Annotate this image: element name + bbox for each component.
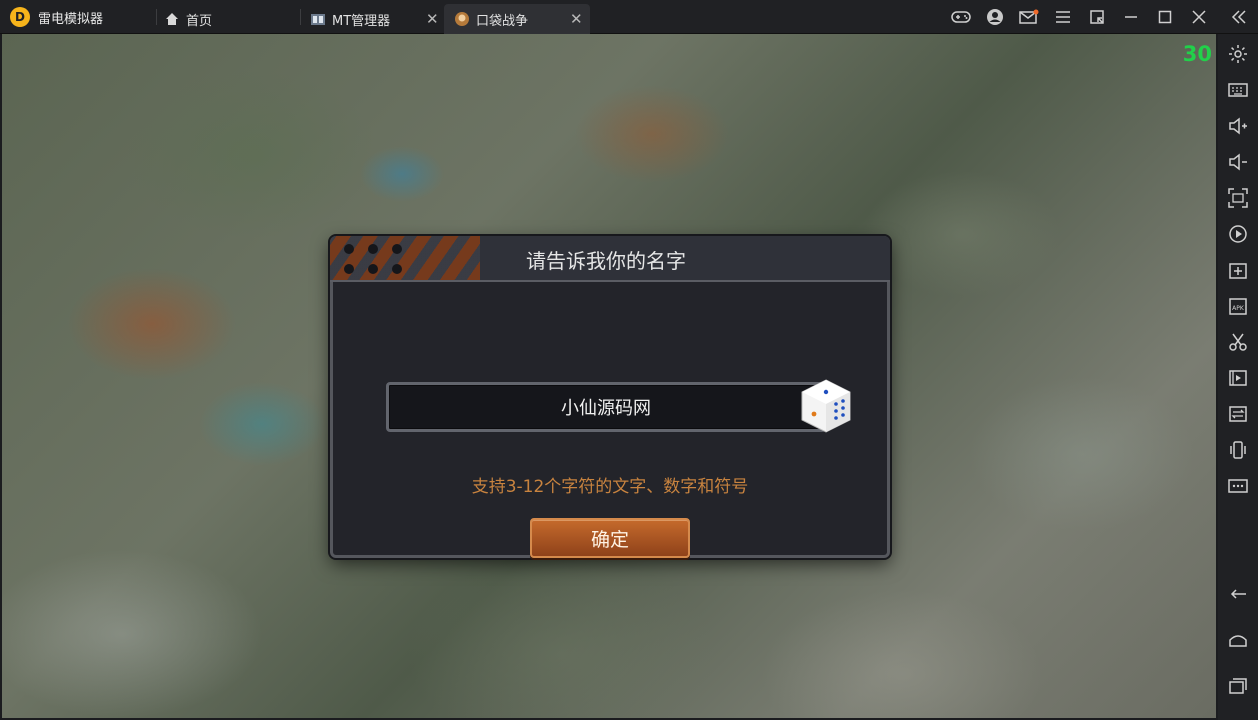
fullscreen-icon[interactable] — [1218, 180, 1258, 216]
mt-app-icon — [310, 11, 326, 27]
close-tab-icon[interactable]: ✕ — [426, 10, 439, 28]
name-dialog: 请告诉我你的名字 小仙源码网 支持3-12个字符的文字、数字和符号 确定 — [330, 236, 890, 558]
dialog-header: 请告诉我你的名字 — [330, 236, 890, 282]
back-icon[interactable] — [1218, 576, 1258, 612]
tab-label: 口袋战争 — [476, 13, 529, 29]
volume-up-icon[interactable] — [1218, 108, 1258, 144]
svg-text:APK: APK — [1232, 305, 1245, 312]
gamepad-icon[interactable] — [944, 0, 978, 34]
minimize-icon[interactable] — [1114, 0, 1148, 34]
settings-icon[interactable] — [1218, 36, 1258, 72]
collapse-sidebar-icon[interactable] — [1222, 0, 1256, 34]
maximize-icon[interactable] — [1148, 0, 1182, 34]
app-logo-icon: D — [10, 7, 30, 27]
app-name: 雷电模拟器 — [38, 11, 104, 27]
close-icon[interactable] — [1182, 0, 1216, 34]
tab-mt-manager[interactable]: MT管理器 ✕ — [310, 4, 442, 34]
volume-down-icon[interactable] — [1218, 144, 1258, 180]
home-icon — [164, 11, 180, 27]
header-dots — [344, 244, 406, 276]
tab-separator — [156, 9, 157, 25]
fps-counter: 30 — [1182, 42, 1212, 66]
app-brand: D 雷电模拟器 — [10, 0, 103, 34]
dialog-title: 请告诉我你的名字 — [526, 248, 686, 273]
shrink-icon[interactable] — [1080, 0, 1114, 34]
shake-icon[interactable] — [1218, 432, 1258, 468]
recent-apps-icon[interactable] — [1218, 668, 1258, 704]
game-viewport[interactable]: 30 请告诉我你的名字 小仙源码网 支持3-12个字符的文字、数字和符号 确定 — [2, 34, 1216, 718]
tab-home[interactable]: 首页 — [164, 4, 298, 34]
confirm-button[interactable]: 确定 — [530, 518, 690, 558]
name-input[interactable]: 小仙源码网 — [386, 382, 826, 432]
random-dice-icon[interactable] — [800, 378, 852, 434]
mail-icon[interactable] — [1012, 0, 1046, 34]
title-bar: D 雷电模拟器 首页 MT管理器 ✕ 口袋战争 ✕ — [0, 0, 1258, 34]
scissors-icon[interactable] — [1218, 324, 1258, 360]
more-icon[interactable] — [1218, 468, 1258, 504]
tab-pocket-war[interactable]: 口袋战争 ✕ — [444, 4, 590, 34]
install-apk-icon[interactable]: APK — [1218, 288, 1258, 324]
right-sidebar: APK — [1218, 34, 1258, 720]
tab-label: 首页 — [186, 13, 213, 29]
home-nav-icon[interactable] — [1218, 622, 1258, 658]
account-icon[interactable] — [978, 0, 1012, 34]
sync-icon[interactable] — [1218, 396, 1258, 432]
tab-label: MT管理器 — [332, 13, 391, 29]
menu-icon[interactable] — [1046, 0, 1080, 34]
tab-separator — [300, 9, 301, 25]
record-icon[interactable] — [1218, 216, 1258, 252]
game-app-icon — [454, 11, 470, 27]
keyboard-icon[interactable] — [1218, 72, 1258, 108]
close-tab-icon[interactable]: ✕ — [570, 10, 583, 28]
name-hint: 支持3-12个字符的文字、数字和符号 — [471, 477, 749, 497]
add-window-icon[interactable] — [1218, 252, 1258, 288]
video-icon[interactable] — [1218, 360, 1258, 396]
